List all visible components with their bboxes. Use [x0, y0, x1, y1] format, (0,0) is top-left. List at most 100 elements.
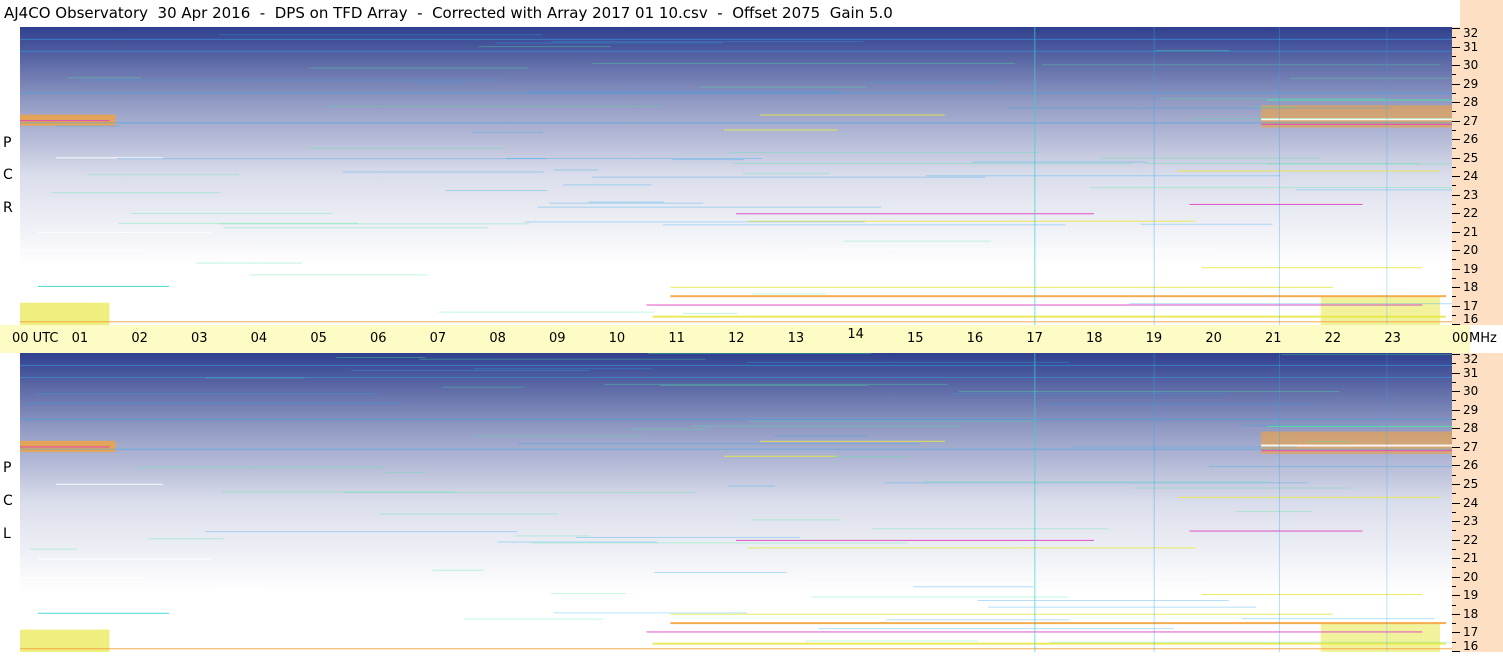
texture-line [515, 535, 591, 537]
rfi-streak [20, 250, 146, 252]
texture-line [750, 519, 841, 521]
rfi-streak [807, 575, 1214, 577]
texture-line [1306, 441, 1353, 443]
freq-tick-mark [1452, 84, 1460, 85]
freq-tick-label: 28 [1463, 95, 1479, 109]
vertical-interference [1034, 27, 1036, 325]
horizontal-interference [20, 448, 1452, 450]
freq-tick-mark [1452, 373, 1460, 374]
texture-line [136, 466, 385, 468]
freq-tick-label: 18 [1463, 280, 1479, 294]
texture-line [117, 158, 547, 160]
texture-line [818, 628, 1175, 630]
texture-line [977, 600, 1229, 602]
rcp-letter-p: P [3, 135, 12, 151]
texture-line [700, 86, 867, 88]
vertical-interference [1153, 27, 1155, 325]
texture-line [524, 221, 865, 223]
texture-line [647, 353, 872, 355]
freq-tick-mark [1452, 250, 1460, 251]
texture-line [219, 34, 542, 36]
vertical-interference [1386, 27, 1388, 325]
texture-line [29, 548, 78, 550]
freq-tick-label: 23 [1463, 188, 1479, 202]
texture-line [923, 481, 1270, 483]
freq-tick-label: 22 [1463, 206, 1479, 220]
rfi-streak [736, 213, 1094, 215]
texture-line [886, 619, 1069, 621]
freq-minor-tick [1452, 37, 1456, 38]
rfi-streak [20, 446, 110, 448]
rfi-streak [670, 613, 1333, 615]
texture-line [1049, 641, 1452, 643]
freq-tick-label: 30 [1463, 384, 1479, 398]
texture-line [1128, 303, 1452, 305]
freq-tick-mark [1452, 213, 1460, 214]
texture-line [692, 425, 961, 427]
rfi-streak [1177, 496, 1441, 498]
rfi-streak [1201, 594, 1423, 596]
freq-tick-mark [1452, 391, 1460, 392]
rfi-streak [37, 612, 170, 614]
texture-line [307, 147, 504, 149]
vertical-interference [1153, 353, 1155, 652]
freq-tick-mark [1452, 269, 1460, 270]
rfi-streak [20, 577, 146, 579]
texture-line [36, 392, 376, 394]
rfi-streak [1261, 450, 1452, 452]
freq-tick-label: 27 [1463, 440, 1479, 454]
texture-line [419, 358, 706, 360]
rfi-streak [1267, 99, 1452, 101]
freq-tick-mark [1452, 614, 1460, 615]
freq-minor-tick [1452, 185, 1456, 186]
texture-line [350, 369, 590, 371]
texture-line [527, 91, 842, 93]
freq-minor-tick [1452, 222, 1456, 223]
freq-tick-label: 25 [1463, 151, 1479, 165]
texture-line [84, 79, 501, 81]
freq-tick-label: 27 [1463, 114, 1479, 128]
horizontal-interference [20, 50, 1452, 52]
freq-tick-label: 31 [1463, 40, 1479, 54]
rfi-streak [759, 114, 945, 116]
texture-line [204, 531, 518, 533]
lcp-frequency-axis: 16 17 18 19 20 21 22 23 24 25 26 27 28 29 30 31 32 [1452, 353, 1503, 652]
texture-line [343, 492, 697, 494]
freq-tick-label: 17 [1463, 625, 1479, 639]
rcp-label-strip: P C R [0, 27, 20, 325]
freq-tick-label: 26 [1463, 458, 1479, 472]
rfi-streak [55, 483, 164, 485]
freq-tick-mark [1452, 354, 1460, 355]
time-axis: 00 UTC 00 MHz 01 02 03 04 05 06 07 08 09 10 11 12 13… [0, 325, 1497, 353]
texture-line [746, 361, 1069, 363]
rfi-streak [759, 440, 945, 442]
texture-line [445, 190, 548, 192]
texture-line [742, 173, 829, 175]
texture-line [442, 386, 524, 388]
time-tick-label: 03 [191, 331, 208, 346]
time-tick-label: 23 [1384, 331, 1401, 346]
rfi-streak [1177, 170, 1441, 172]
time-tick-label: 22 [1324, 331, 1342, 346]
texture-line [683, 312, 738, 314]
time-tick-label: 07 [429, 331, 447, 346]
time-tick-label: 04 [250, 331, 268, 346]
rfi-streak [670, 286, 1333, 288]
texture-line [148, 538, 224, 540]
texture-line [1290, 77, 1452, 79]
texture-line [867, 81, 1001, 83]
texture-line [308, 67, 529, 69]
rfi-streak [37, 231, 211, 233]
texture-line [87, 174, 239, 176]
freq-tick-mark [1452, 484, 1460, 485]
freq-tick-mark [1452, 47, 1460, 48]
freq-minor-tick [1452, 148, 1456, 149]
freq-tick-mark [1452, 595, 1460, 596]
texture-line [1159, 98, 1388, 100]
horizontal-interference [20, 376, 1452, 378]
vertical-interference [1278, 353, 1280, 652]
texture-line [249, 274, 428, 276]
texture-line [336, 357, 426, 359]
texture-line [1042, 64, 1441, 66]
freq-tick-mark [1452, 65, 1460, 66]
